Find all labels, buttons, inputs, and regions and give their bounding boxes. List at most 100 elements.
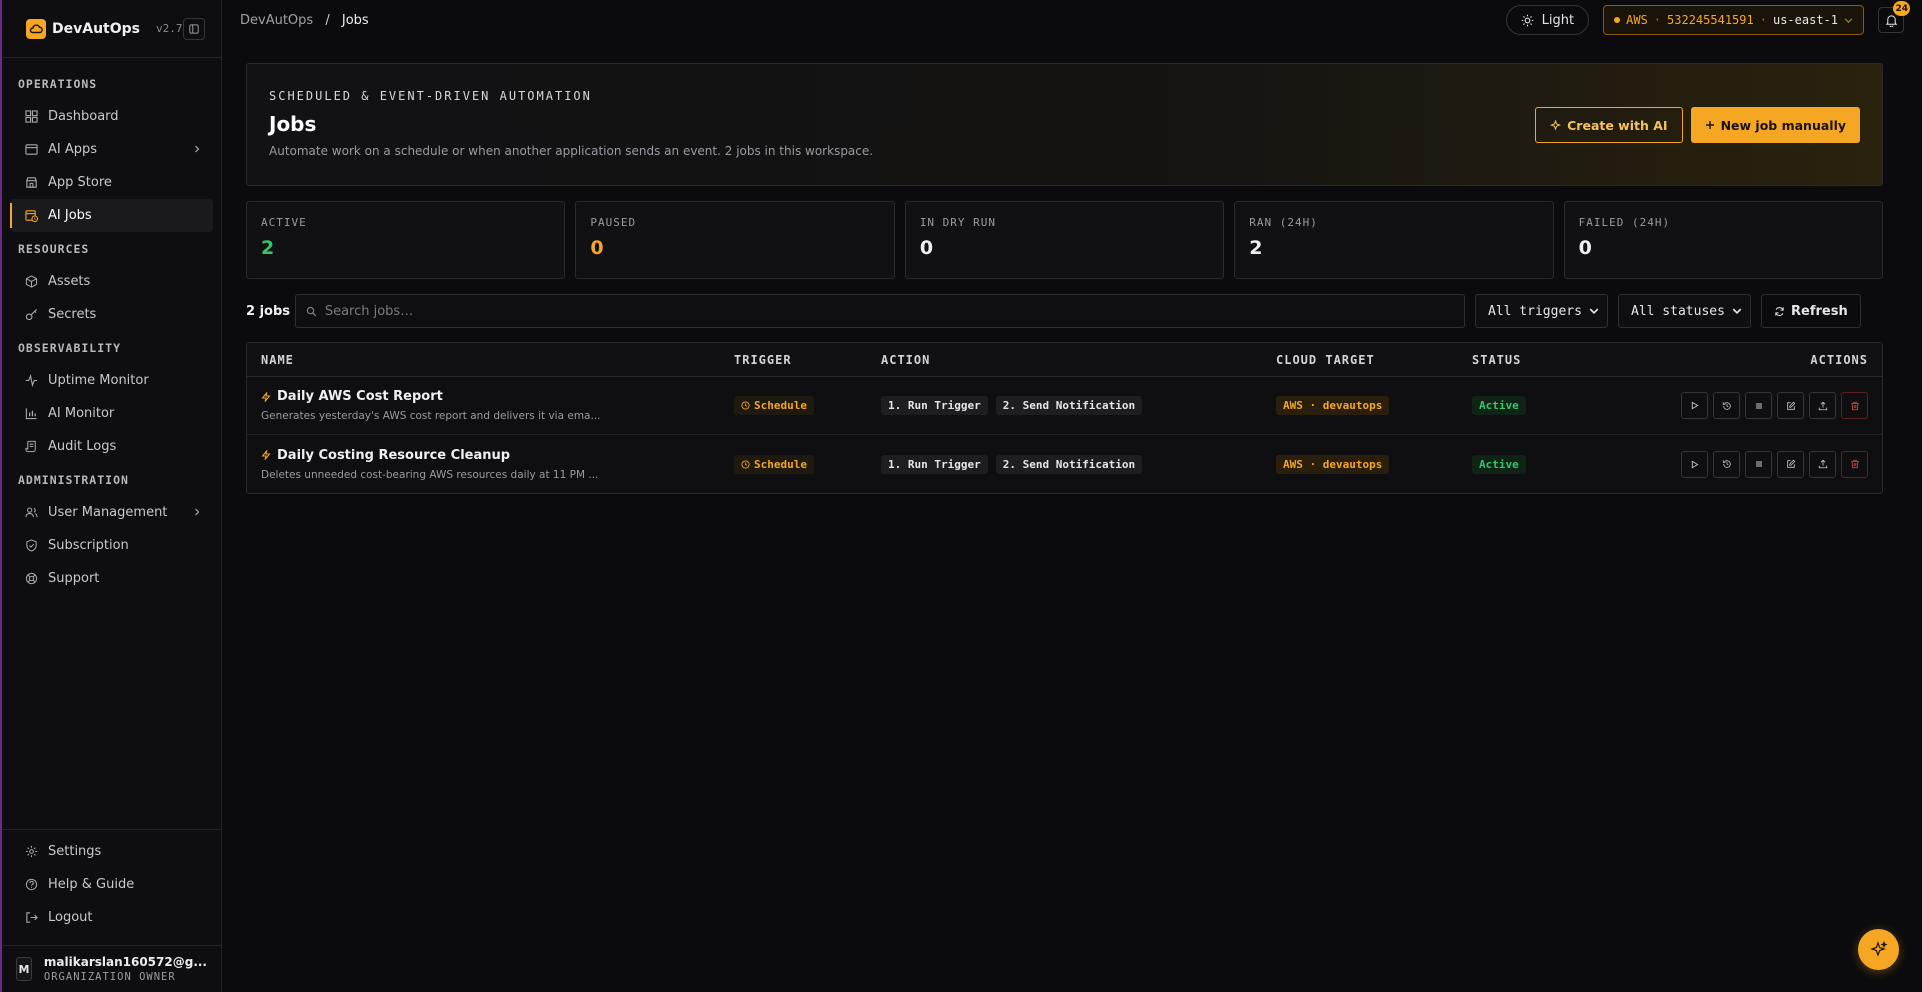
sidebar-item-audit-logs[interactable]: Audit Logs	[10, 430, 213, 463]
sidebar-item-user-management[interactable]: User Management	[10, 496, 213, 529]
sidebar-item-label: Secrets	[48, 307, 97, 322]
stat-value: 0	[590, 237, 604, 259]
pulse-icon	[24, 374, 38, 388]
play-icon	[1691, 401, 1699, 410]
sidebar-item-ai-monitor[interactable]: AI Monitor	[10, 397, 213, 430]
create-with-ai-button[interactable]: Create with AI	[1535, 107, 1683, 143]
sidebar-item-label: AI Jobs	[48, 208, 92, 223]
key-icon	[24, 308, 38, 322]
aws-region: us-east-1	[1772, 13, 1838, 27]
page-kicker: SCHEDULED & EVENT-DRIVEN AUTOMATION	[269, 89, 592, 103]
plus-icon	[1705, 121, 1714, 129]
notifications-button[interactable]: 24	[1878, 1, 1910, 33]
stat-card-dry-run: IN DRY RUN 0	[904, 201, 1225, 279]
sidebar-item-label: Subscription	[48, 538, 129, 553]
sidebar-item-label: Uptime Monitor	[48, 373, 149, 388]
sidebar-item-help[interactable]: Help & Guide	[10, 868, 213, 901]
status-filter-select[interactable]: All statuses	[1618, 294, 1751, 328]
sidebar-item-support[interactable]: Support	[10, 562, 213, 595]
stats-row: ACTIVE 2 PAUSED 0 IN DRY RUN 0 RAN (24H)…	[246, 201, 1884, 279]
trigger-filter-select[interactable]: All triggers	[1475, 294, 1608, 328]
action-step-badge: 2. Send Notification	[995, 396, 1143, 415]
column-header-trigger: TRIGGER	[734, 352, 792, 367]
run-button[interactable]	[1681, 450, 1708, 478]
collapse-sidebar-button[interactable]	[183, 17, 205, 40]
pause-icon	[1756, 402, 1761, 409]
help-icon	[24, 878, 38, 892]
sidebar-item-assets[interactable]: Assets	[10, 265, 213, 298]
bolt-icon	[261, 391, 271, 402]
section-observability: OBSERVABILITY	[18, 340, 122, 355]
action-step-badge: 1. Run Trigger	[881, 396, 988, 415]
sidebar-item-label: Help & Guide	[48, 877, 135, 892]
play-icon	[1691, 460, 1699, 468]
edit-button[interactable]	[1777, 450, 1804, 478]
stat-card-failed-24h: FAILED (24H) 0	[1563, 201, 1884, 279]
status-badge: Active	[1472, 396, 1526, 415]
action-step-badge: 1. Run Trigger	[881, 454, 988, 474]
sidebar-item-logout[interactable]: Logout	[10, 901, 213, 934]
run-button[interactable]	[1681, 392, 1708, 419]
box-icon	[24, 275, 38, 289]
sidebar-item-label: Settings	[48, 844, 102, 859]
job-name[interactable]: Daily Costing Resource Cleanup	[277, 448, 510, 463]
breadcrumb-root[interactable]: DevAutOps	[240, 13, 313, 28]
cloud-target-badge: AWS · devautops	[1276, 454, 1390, 474]
sidebar-item-subscription[interactable]: Subscription	[10, 529, 213, 562]
stat-value: 0	[1578, 237, 1592, 259]
sidebar-item-label: App Store	[48, 175, 112, 190]
status-filter-value: All statuses	[1631, 303, 1725, 319]
stat-card-paused: PAUSED 0	[575, 201, 895, 279]
ai-assistant-button[interactable]	[1858, 929, 1899, 970]
pause-button[interactable]	[1745, 450, 1772, 478]
table-row[interactable]: Daily Costing Resource Cleanup Deletes u…	[247, 435, 1882, 493]
stat-label: PAUSED	[590, 216, 637, 229]
sidebar-item-label: Audit Logs	[48, 439, 117, 454]
stat-label: IN DRY RUN	[919, 216, 997, 229]
breadcrumb: DevAutOps / Jobs	[240, 13, 369, 28]
lifebuoy-icon	[24, 572, 38, 586]
job-name[interactable]: Daily AWS Cost Report	[277, 389, 443, 404]
pause-button[interactable]	[1745, 392, 1772, 419]
sidebar-item-ai-apps[interactable]: AI Apps	[10, 133, 213, 166]
sidebar-item-label: Support	[48, 571, 100, 586]
theme-label: Light	[1541, 12, 1575, 28]
history-icon	[1722, 460, 1731, 468]
gear-icon	[24, 845, 38, 859]
sidebar-item-settings[interactable]: Settings	[10, 835, 213, 868]
section-resources: RESOURCES	[18, 241, 90, 256]
search-box[interactable]	[295, 294, 1465, 328]
job-description: Generates yesterday's AWS cost report an…	[261, 410, 601, 422]
stat-card-active: ACTIVE 2	[246, 201, 566, 279]
sidebar-item-dashboard[interactable]: Dashboard	[10, 100, 213, 133]
clock-icon	[741, 459, 750, 469]
table-row[interactable]: Daily AWS Cost Report Generates yesterda…	[247, 377, 1882, 435]
upload-icon	[1818, 401, 1827, 410]
chevron-down-icon	[1732, 308, 1742, 315]
sidebar-collapse-icon	[189, 23, 199, 34]
user-account-menu[interactable]: M malikarslan160572@g... ORGANIZATION OW…	[2, 945, 221, 992]
new-job-manually-button[interactable]: New job manually	[1690, 107, 1860, 143]
export-button[interactable]	[1809, 392, 1836, 419]
cloud-logo-icon	[26, 18, 46, 39]
edit-button[interactable]	[1777, 392, 1804, 419]
sidebar-item-ai-jobs[interactable]: AI Jobs	[10, 199, 213, 232]
sidebar-item-label: AI Monitor	[48, 406, 115, 421]
history-button[interactable]	[1713, 392, 1740, 419]
sidebar-item-uptime-monitor[interactable]: Uptime Monitor	[10, 364, 213, 397]
sidebar-item-app-store[interactable]: App Store	[10, 166, 213, 199]
export-button[interactable]	[1809, 450, 1836, 478]
sidebar-item-secrets[interactable]: Secrets	[10, 298, 213, 331]
version-label: v2.7	[156, 22, 183, 35]
delete-button[interactable]	[1841, 450, 1868, 478]
theme-toggle-button[interactable]: Light	[1505, 5, 1590, 35]
refresh-button[interactable]: Refresh	[1761, 294, 1861, 328]
history-button[interactable]	[1713, 450, 1740, 478]
stat-label: RAN (24H)	[1249, 216, 1318, 229]
delete-button[interactable]	[1841, 392, 1868, 419]
cloud-account-selector[interactable]: AWS · 532245541591 · us-east-1	[1603, 5, 1864, 35]
trigger-label: Schedule	[754, 457, 807, 471]
search-input[interactable]	[324, 303, 1454, 319]
sidebar-item-label: Logout	[48, 910, 93, 925]
stat-label: ACTIVE	[261, 216, 307, 229]
